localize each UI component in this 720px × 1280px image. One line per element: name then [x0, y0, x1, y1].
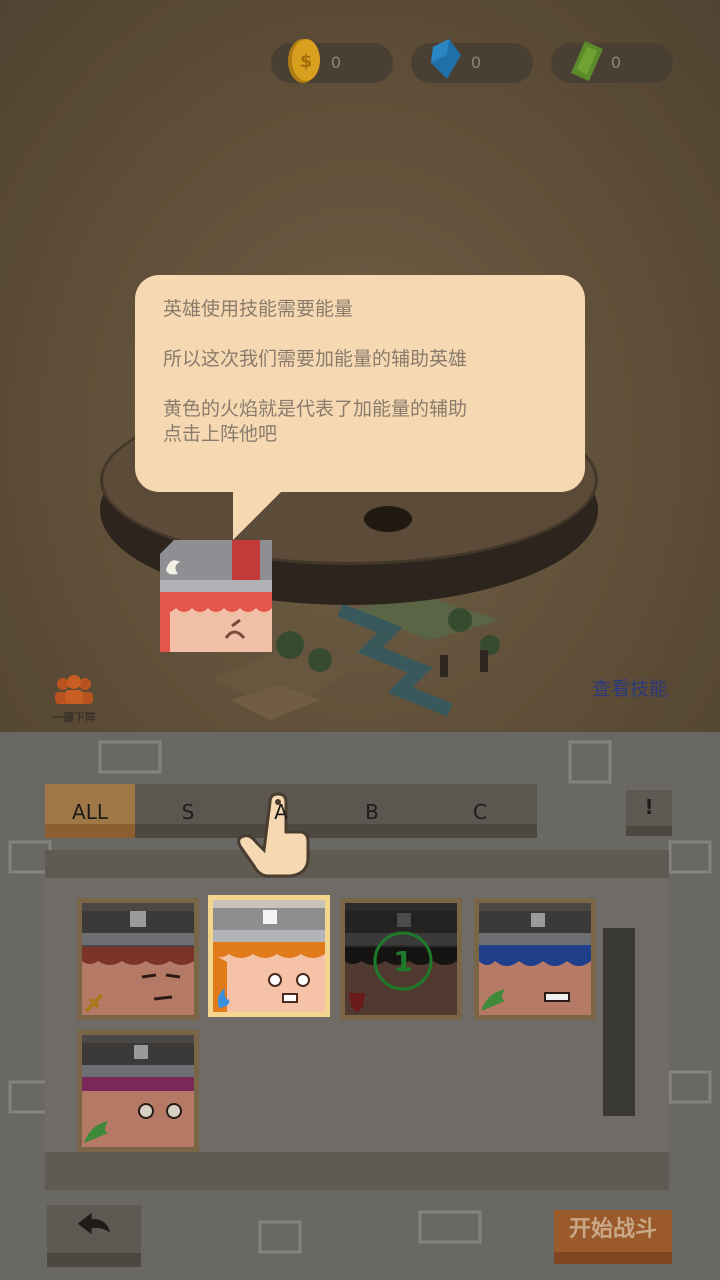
hero-sword-portrait	[82, 903, 194, 1015]
battle-scene: $ 0 0 0 英雄使用技能需要能量 所以这次我们需要加能量的辅助英雄 黄色的火…	[0, 0, 720, 732]
tutorial-line-3: 黄色的火焰就是代表了加能量的辅助	[163, 398, 468, 420]
hero-wing-blue-portrait	[479, 903, 591, 1015]
tutorial-line-2: 所以这次我们需要加能量的辅助英雄	[163, 348, 468, 370]
team-icon	[55, 675, 93, 704]
view-skill-link[interactable]: 查看技能	[592, 674, 668, 701]
hero-card-sword[interactable]	[77, 898, 199, 1020]
one-key-remove-label: 一键下阵	[52, 711, 96, 724]
hero-shield-portrait: 1	[345, 903, 457, 1015]
tab-s[interactable]: S	[143, 784, 233, 838]
diamond-value: 0	[470, 53, 482, 72]
gold-counter: $ 0	[271, 39, 393, 83]
tutorial-line-1: 英雄使用技能需要能量	[163, 298, 354, 320]
hero-list-scrollbar[interactable]	[603, 928, 635, 1116]
guide-hero-avatar	[160, 540, 272, 652]
tab-all[interactable]: ALL	[45, 784, 135, 838]
hero-card-energy[interactable]	[208, 895, 330, 1017]
tab-b[interactable]: B	[327, 784, 417, 838]
hero-grid-header	[45, 850, 669, 878]
diamond-counter: 0	[411, 39, 533, 83]
hero-energy-portrait	[213, 900, 325, 1012]
info-button[interactable]: !	[626, 790, 672, 836]
tutorial-bubble: 英雄使用技能需要能量 所以这次我们需要加能量的辅助英雄 黄色的火焰就是代表了加能…	[135, 275, 585, 492]
cash-value: 0	[610, 53, 622, 72]
start-battle-button[interactable]: 开始战斗	[554, 1210, 672, 1264]
hero-card-shield-locked[interactable]: 1	[340, 898, 462, 1020]
back-button[interactable]	[47, 1205, 141, 1267]
one-key-remove-button[interactable]: 一键下阵	[44, 674, 104, 726]
hero-grid-footer	[45, 1152, 669, 1190]
hero-wing-purple-portrait	[82, 1035, 194, 1147]
tab-c[interactable]: C	[435, 784, 525, 838]
cash-counter: 0	[551, 41, 673, 83]
tutorial-line-4: 点击上阵他吧	[163, 423, 278, 445]
lock-number: 1	[393, 945, 412, 978]
back-arrow-icon	[77, 1212, 111, 1235]
gold-value: 0	[330, 53, 342, 72]
hero-card-wing-purple[interactable]	[77, 1030, 199, 1152]
hero-card-wing-blue[interactable]	[474, 898, 596, 1020]
bubble-tail	[233, 490, 283, 540]
pointing-hand-icon	[237, 792, 310, 878]
